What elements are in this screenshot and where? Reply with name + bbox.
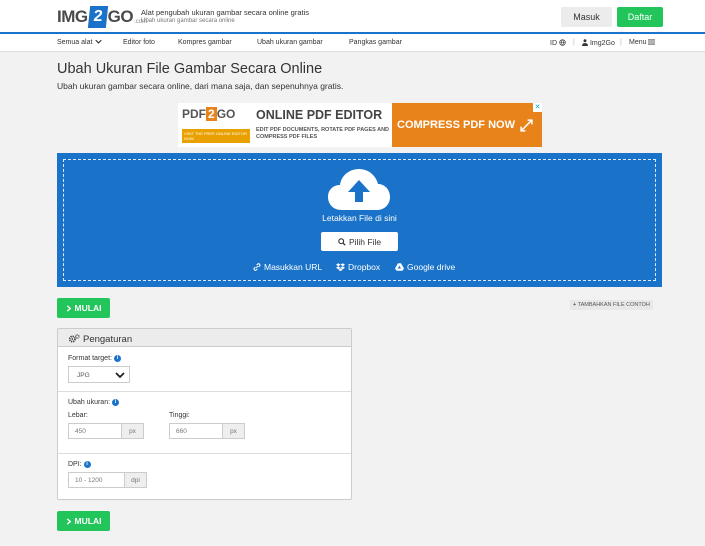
chevron-down-icon [115,372,125,379]
enter-url-link[interactable]: Masukkan URL [253,262,322,272]
link-icon [253,263,261,271]
menu-button[interactable]: Menu [629,39,656,46]
ad-visit-label: VISIT THE FREE ONLINE EDITOR NOW [182,129,250,143]
resize-label: Ubah ukuran: i [68,399,120,406]
ad-banner[interactable]: PDF 2 GO VISIT THE FREE ONLINE EDITOR NOW … [178,103,542,147]
ad-close-icon[interactable]: ✕ [533,103,542,112]
drop-files-text: Letakkan File di sini [322,213,397,223]
nav-divider: | [620,39,622,46]
search-icon [338,237,346,246]
settings-title: Pengaturan [83,333,133,345]
logo-text-left: IMG [57,7,88,26]
language-selector[interactable]: ID [550,39,566,47]
choose-file-label: Pilih File [348,236,382,247]
tagline-main: Alat pengubah ukuran gambar secara onlin… [141,8,310,17]
nav-item-all-tools-label: Semua alat [57,39,93,46]
img2go-logo[interactable]: IMG 2 GO .com [57,6,147,28]
nav-item-resize[interactable]: Ubah ukuran gambar [257,39,323,46]
google-drive-link[interactable]: Google drive [395,262,455,272]
tagline: Alat pengubah ukuran gambar secara onlin… [141,8,309,24]
google-drive-label: Google drive [407,262,456,272]
info-icon[interactable]: i [83,461,91,468]
brand-link-label: Img2Go [589,40,615,47]
dropbox-link[interactable]: Dropbox [336,262,380,272]
logo-number: 2 [87,6,108,28]
width-field[interactable]: 450 px [68,423,144,439]
add-sample-file-button[interactable]: + TAMBAHKAN FILE CONTOH [570,300,653,310]
add-sample-file-label: TAMBAHKAN FILE CONTOH [577,302,650,308]
info-icon[interactable]: i [113,355,121,362]
chevron-right-icon [66,517,71,525]
top-header: IMG 2 GO .com Alat pengubah ukuran gamba… [0,0,705,33]
dpi-label-text: DPI: [68,461,82,468]
settings-header: Pengaturan [58,329,351,347]
logo-text-right: GO [107,7,134,26]
nav-item-all-tools[interactable]: Semua alat [57,39,103,46]
start-button[interactable]: MULAI [57,298,110,318]
chevron-right-icon [66,304,71,312]
user-icon [582,39,588,46]
dpi-unit: dpi [124,473,146,487]
expand-icon [520,119,533,132]
plus-icon: + [573,302,577,308]
ad-cta-panel[interactable]: COMPRESS PDF NOW [392,103,542,147]
signup-button[interactable]: Daftar [617,7,663,27]
width-label: Lebar: [68,412,88,419]
nav-divider: | [573,39,575,46]
width-unit: px [121,424,143,438]
pdf2go-logo: PDF 2 GO [182,107,235,121]
format-label: Format target: i [68,355,121,362]
nav-item-crop[interactable]: Pangkas gambar [349,39,402,46]
height-field[interactable]: 660 px [169,423,245,439]
dropbox-icon [336,263,345,271]
start-button-bottom[interactable]: MULAI [57,511,110,531]
cloud-upload-icon [328,169,390,210]
google-drive-icon [395,263,404,271]
start-button-label: MULAI [74,303,102,313]
file-dropzone[interactable]: Letakkan File di sini Pilih File Masukka… [57,153,662,287]
hamburger-icon [648,39,656,45]
height-input[interactable]: 660 [170,424,222,438]
format-label-text: Format target: [68,355,112,362]
nav-item-photo-editor[interactable]: Editor foto [123,39,155,46]
divider [58,453,351,454]
resize-label-text: Ubah ukuran: [68,399,111,406]
login-button[interactable]: Masuk [561,7,612,27]
dpi-label: DPI: i [68,461,91,468]
info-icon[interactable]: i [112,399,120,406]
page-subtitle: Ubah ukuran gambar secara online, dari m… [57,81,344,91]
chevron-down-icon [95,39,103,44]
format-select[interactable]: JPG [68,366,130,383]
ad-cta-text: COMPRESS PDF NOW [397,119,515,131]
ad-description: EDIT PDF DOCUMENTS, ROTATE PDF PAGES AND… [256,127,390,140]
page-title: Ubah Ukuran File Gambar Secara Online [57,61,323,77]
nav-bar: Semua alat Editor foto Kompres gambar Ub… [0,34,705,52]
brand-link[interactable]: Img2Go [582,39,615,47]
globe-icon [559,39,566,46]
menu-label: Menu [629,39,647,46]
settings-panel: Pengaturan Format target: i JPG Ubah uku… [57,328,352,500]
pdf2go-logo-right: GO [216,107,236,121]
nav-item-compress[interactable]: Kompres gambar [178,39,232,46]
ad-left-panel: PDF 2 GO VISIT THE FREE ONLINE EDITOR NOW … [178,103,392,147]
dpi-input[interactable]: 10 - 1200 [69,473,124,487]
dropbox-label: Dropbox [348,262,381,272]
height-label: Tinggi: [169,412,190,419]
gears-icon [68,334,80,343]
height-unit: px [222,424,244,438]
choose-file-button[interactable]: Pilih File [321,232,398,251]
dpi-field[interactable]: 10 - 1200 dpi [68,472,147,488]
start-button-label: MULAI [74,516,102,526]
divider [58,391,351,392]
format-select-value: JPG [77,372,90,379]
enter-url-label: Masukkan URL [264,262,323,272]
pdf2go-logo-number: 2 [206,107,217,121]
width-input[interactable]: 450 [69,424,121,438]
language-label: ID [550,40,557,47]
tagline-sub: Ubah ukuran gambar secara online [141,18,235,24]
ad-title: ONLINE PDF EDITOR [256,108,383,122]
pdf2go-logo-left: PDF [182,107,206,121]
